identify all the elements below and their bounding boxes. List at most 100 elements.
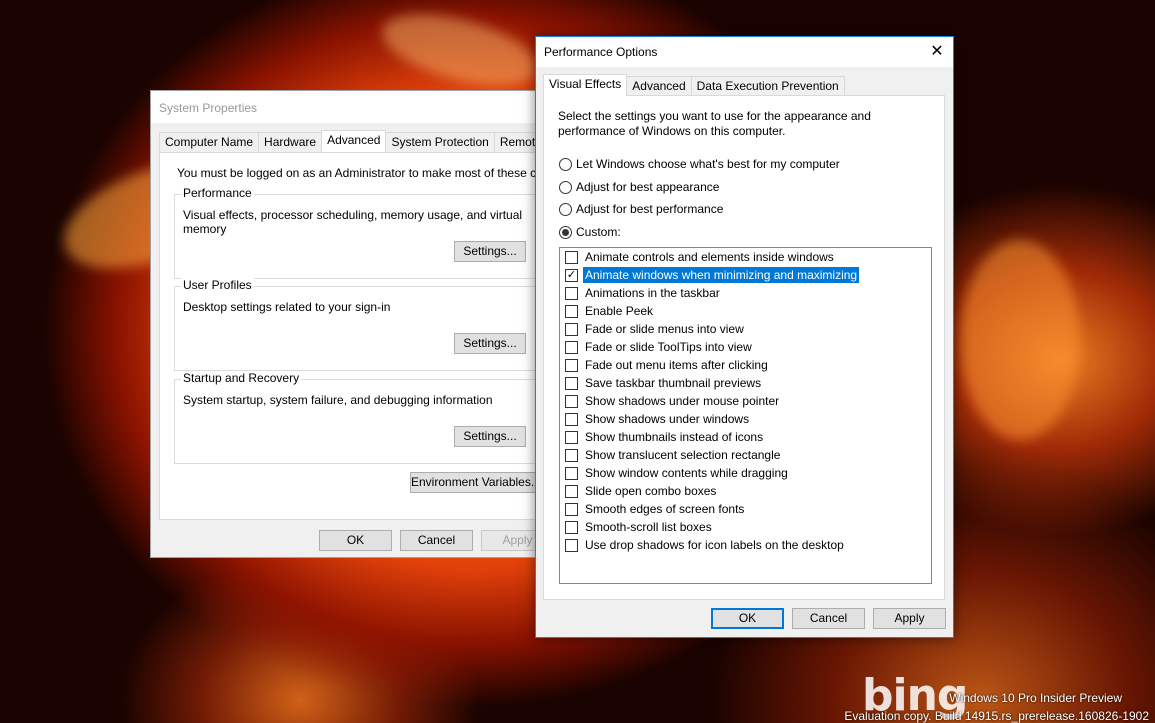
tab-hardware[interactable]: Hardware: [258, 132, 323, 152]
checkbox[interactable]: ✓: [565, 268, 578, 282]
radio-button: [559, 157, 572, 171]
effect-checkbox-row[interactable]: Show shadows under windows: [560, 410, 931, 428]
user-profiles-settings-button[interactable]: Settings...: [454, 333, 526, 354]
checkbox[interactable]: [565, 250, 578, 264]
cancel-button[interactable]: Cancel: [400, 530, 473, 551]
effect-checkbox-row[interactable]: Smooth edges of screen fonts: [560, 500, 931, 518]
tab-advanced[interactable]: Advanced: [626, 76, 692, 96]
checkbox[interactable]: [565, 520, 578, 534]
intro-text: Select the settings you want to use for …: [558, 109, 871, 138]
effect-checkbox-row[interactable]: Enable Peek: [560, 302, 931, 320]
tab-visual-effects[interactable]: Visual Effects: [543, 74, 628, 96]
startup-recovery-group: Startup and Recovery System startup, sys…: [174, 371, 548, 464]
watermark-edition: Windows 10 Pro Insider Preview: [949, 691, 1122, 705]
user-profiles-group: User Profiles Desktop settings related t…: [174, 278, 548, 371]
checkbox[interactable]: [565, 430, 578, 444]
window-title: System Properties: [159, 101, 258, 115]
visual-effects-panel: Select the settings you want to use for …: [543, 95, 945, 600]
effect-checkbox-row[interactable]: Animations in the taskbar: [560, 284, 931, 302]
radio-label: Adjust for best appearance: [576, 180, 720, 194]
checkbox-label: Show window contents while dragging: [585, 466, 788, 480]
performance-options-tabs: Visual Effects Advanced Data Execution P…: [543, 74, 845, 97]
system-properties-window: System Properties Computer Name Hardware…: [150, 90, 579, 558]
group-title: User Profiles: [181, 278, 254, 292]
admin-notice: You must be logged on as an Administrato…: [177, 166, 579, 180]
checkbox-label: Fade or slide ToolTips into view: [585, 340, 752, 354]
checkbox-label: Smooth-scroll list boxes: [585, 520, 712, 534]
effect-checkbox-row[interactable]: Show window contents while dragging: [560, 464, 931, 482]
radio-label: Let Windows choose what's best for my co…: [576, 157, 840, 171]
tab-advanced[interactable]: Advanced: [321, 130, 387, 152]
effect-checkbox-row[interactable]: Fade or slide menus into view: [560, 320, 931, 338]
checkbox-label: Animations in the taskbar: [585, 286, 720, 300]
checkbox[interactable]: [565, 376, 578, 390]
effect-checkbox-row[interactable]: Smooth-scroll list boxes: [560, 518, 931, 536]
radio-let-windows-choose[interactable]: Let Windows choose what's best for my co…: [559, 155, 840, 173]
tab-system-protection[interactable]: System Protection: [385, 132, 495, 152]
wallpaper-flare: [960, 240, 1080, 440]
effect-checkbox-row[interactable]: Save taskbar thumbnail previews: [560, 374, 931, 392]
startup-recovery-settings-button[interactable]: Settings...: [454, 426, 526, 447]
effect-checkbox-row[interactable]: ✓ Animate windows when minimizing and max…: [560, 266, 931, 284]
group-description: System startup, system failure, and debu…: [183, 393, 493, 407]
window-title: Performance Options: [544, 45, 658, 59]
checkbox-label: Show shadows under windows: [585, 412, 750, 426]
checkbox[interactable]: [565, 502, 578, 516]
checkbox[interactable]: [565, 304, 578, 318]
checkbox-label: Show translucent selection rectangle: [585, 448, 781, 462]
performance-options-titlebar[interactable]: Performance Options ✕: [536, 37, 953, 67]
close-icon[interactable]: ✕: [925, 40, 949, 64]
checkbox[interactable]: [565, 286, 578, 300]
apply-button[interactable]: Apply: [873, 608, 946, 629]
watermark-build: Evaluation copy. Build 14915.rs_prerelea…: [844, 709, 1149, 723]
system-properties-titlebar[interactable]: System Properties: [151, 91, 549, 123]
effect-checkbox-row[interactable]: Fade out menu items after clicking: [560, 356, 931, 374]
checkbox[interactable]: [565, 340, 578, 354]
visual-effects-list[interactable]: Animate controls and elements inside win…: [559, 247, 932, 584]
radio-best-appearance[interactable]: Adjust for best appearance: [559, 178, 719, 196]
group-title: Startup and Recovery: [181, 371, 302, 385]
checkbox[interactable]: [565, 322, 578, 336]
checkbox-label: Fade out menu items after clicking: [585, 358, 768, 372]
effect-checkbox-row[interactable]: Animate controls and elements inside win…: [560, 248, 931, 266]
environment-variables-button[interactable]: Environment Variables...: [410, 472, 541, 493]
radio-custom[interactable]: Custom:: [559, 223, 621, 241]
checkbox[interactable]: [565, 394, 578, 408]
ok-button[interactable]: OK: [319, 530, 392, 551]
ok-button[interactable]: OK: [711, 608, 784, 629]
checkbox-label: Enable Peek: [585, 304, 654, 318]
checkbox-label: Smooth edges of screen fonts: [585, 502, 745, 516]
checkbox-label: Save taskbar thumbnail previews: [585, 376, 762, 390]
checkbox[interactable]: [565, 412, 578, 426]
advanced-tab-panel: You must be logged on as an Administrato…: [159, 152, 579, 520]
radio-button: [559, 202, 572, 216]
tab-data-execution-prevention[interactable]: Data Execution Prevention: [690, 76, 845, 96]
checkbox-label: Use drop shadows for icon labels on the …: [585, 538, 844, 552]
effect-checkbox-row[interactable]: Show translucent selection rectangle: [560, 446, 931, 464]
effect-checkbox-row[interactable]: Slide open combo boxes: [560, 482, 931, 500]
performance-settings-button[interactable]: Settings...: [454, 241, 526, 262]
tab-computer-name[interactable]: Computer Name: [159, 132, 260, 152]
system-properties-tabs: Computer Name Hardware Advanced System P…: [159, 130, 548, 153]
radio-best-performance[interactable]: Adjust for best performance: [559, 200, 723, 218]
performance-options-window: Performance Options ✕ Visual Effects Adv…: [535, 36, 954, 638]
group-description: Desktop settings related to your sign-in: [183, 300, 391, 314]
effect-checkbox-row[interactable]: Use drop shadows for icon labels on the …: [560, 536, 931, 554]
checkbox-label: Slide open combo boxes: [585, 484, 717, 498]
checkbox[interactable]: [565, 484, 578, 498]
radio-label: Custom:: [576, 225, 621, 239]
checkbox-label: Animate controls and elements inside win…: [585, 250, 834, 264]
radio-button: [559, 225, 572, 239]
group-title: Performance: [181, 186, 254, 200]
checkbox[interactable]: [565, 538, 578, 552]
effect-checkbox-row[interactable]: Show thumbnails instead of icons: [560, 428, 931, 446]
checkbox-label: Fade or slide menus into view: [585, 322, 744, 336]
cancel-button[interactable]: Cancel: [792, 608, 865, 629]
checkbox-label: Show thumbnails instead of icons: [585, 430, 764, 444]
effect-checkbox-row[interactable]: Show shadows under mouse pointer: [560, 392, 931, 410]
checkbox-label: Show shadows under mouse pointer: [585, 394, 780, 408]
checkbox[interactable]: [565, 448, 578, 462]
effect-checkbox-row[interactable]: Fade or slide ToolTips into view: [560, 338, 931, 356]
checkbox[interactable]: [565, 466, 578, 480]
checkbox[interactable]: [565, 358, 578, 372]
